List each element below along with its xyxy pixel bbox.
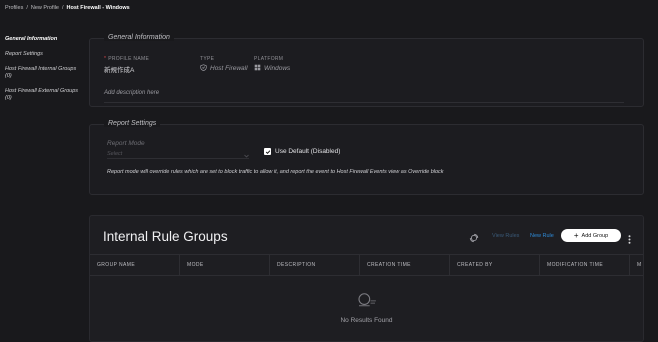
sidebar-item-count: (0) (5, 73, 12, 79)
report-mode-placeholder: Select (107, 150, 123, 157)
type-value: Host Firewall (210, 65, 248, 72)
more-vertical-icon[interactable] (628, 231, 631, 249)
sidebar-item-label: General Information (5, 36, 58, 42)
sidebar-item-count: (0) (5, 95, 12, 101)
report-mode-field: Report Mode (107, 140, 145, 147)
sidebar-item-label: Host Firewall Internal Groups (5, 66, 77, 72)
sidebar-nav: General Information Report Settings Host… (5, 36, 83, 110)
table-header: GROUP NAME MODE DESCRIPTION CREATION TIM… (90, 254, 643, 276)
use-default-checkbox[interactable]: Use Default (Disabled) (264, 148, 340, 155)
report-mode-label: Report Mode (107, 140, 145, 147)
profile-name-value[interactable]: 新規作成A (104, 64, 149, 74)
add-group-label: Add Group (581, 232, 609, 239)
sidebar-item-label: Report Settings (5, 51, 43, 57)
type-field: TYPE Host Firewall (200, 56, 248, 73)
checkbox-checked-icon[interactable] (264, 148, 271, 155)
platform-label: PLATFORM (254, 56, 284, 62)
breadcrumb-current: Host Firewall - Windows (66, 5, 130, 11)
column-header-description[interactable]: DESCRIPTION (270, 255, 360, 275)
description-placeholder: Add description here (104, 90, 160, 96)
column-header-creation-time[interactable]: CREATION TIME (360, 255, 450, 275)
section-title: Report Settings (104, 120, 161, 127)
sidebar-item-general-information[interactable]: General Information (5, 36, 83, 43)
new-rule-button[interactable]: New Rule (530, 233, 554, 239)
column-header-mode[interactable]: MODE (180, 255, 270, 275)
windows-icon (254, 64, 261, 73)
required-marker: * (104, 56, 107, 62)
shield-check-icon (200, 64, 207, 73)
internal-rule-groups-card: Internal Rule Groups View Rules New Rule… (89, 215, 644, 342)
refresh-icon[interactable] (469, 230, 479, 248)
column-header-created-by[interactable]: CREATED BY (450, 255, 540, 275)
column-header-truncated[interactable]: M (630, 255, 643, 275)
sidebar-item-report-settings[interactable]: Report Settings (5, 51, 83, 58)
type-label: TYPE (200, 56, 215, 62)
card-title: Internal Rule Groups (103, 229, 228, 244)
breadcrumb-separator: / (26, 5, 28, 11)
report-mode-note: Report mode will override rules which ar… (107, 169, 444, 175)
search-empty-icon (356, 293, 378, 312)
report-settings-section: Report Settings Report Mode Select Use D… (89, 120, 644, 195)
chevron-down-icon (244, 145, 249, 163)
report-mode-select[interactable]: Select (107, 149, 249, 159)
profile-name-label: PROFILE NAME (108, 56, 150, 62)
column-header-group-name[interactable]: GROUP NAME (90, 255, 180, 275)
view-rules-button[interactable]: View Rules (492, 233, 519, 239)
sidebar-item-internal-groups[interactable]: Host Firewall Internal Groups (0) (5, 66, 83, 80)
platform-value: Windows (264, 65, 291, 72)
empty-state-text: No Results Found (340, 317, 393, 324)
sidebar-item-external-groups[interactable]: Host Firewall External Groups (0) (5, 88, 83, 102)
use-default-label: Use Default (Disabled) (275, 148, 341, 155)
add-group-button[interactable]: + Add Group (561, 229, 621, 242)
plus-icon: + (573, 230, 579, 240)
sidebar-item-label: Host Firewall External Groups (5, 88, 79, 94)
empty-state: No Results Found (90, 292, 643, 324)
profile-name-field[interactable]: * PROFILE NAME 新規作成A (104, 56, 149, 74)
breadcrumb-separator: / (62, 5, 64, 11)
platform-field: PLATFORM Windows (254, 56, 290, 73)
breadcrumb-profiles[interactable]: Profiles (5, 5, 23, 11)
section-title: General Information (104, 34, 174, 41)
description-input[interactable]: Add description here (104, 81, 624, 103)
breadcrumb: Profiles / New Profile / Host Firewall -… (5, 5, 130, 11)
column-header-modification-time[interactable]: MODIFICATION TIME (540, 255, 630, 275)
general-information-section: General Information * PROFILE NAME 新規作成A … (89, 34, 644, 107)
breadcrumb-new-profile[interactable]: New Profile (31, 5, 59, 11)
